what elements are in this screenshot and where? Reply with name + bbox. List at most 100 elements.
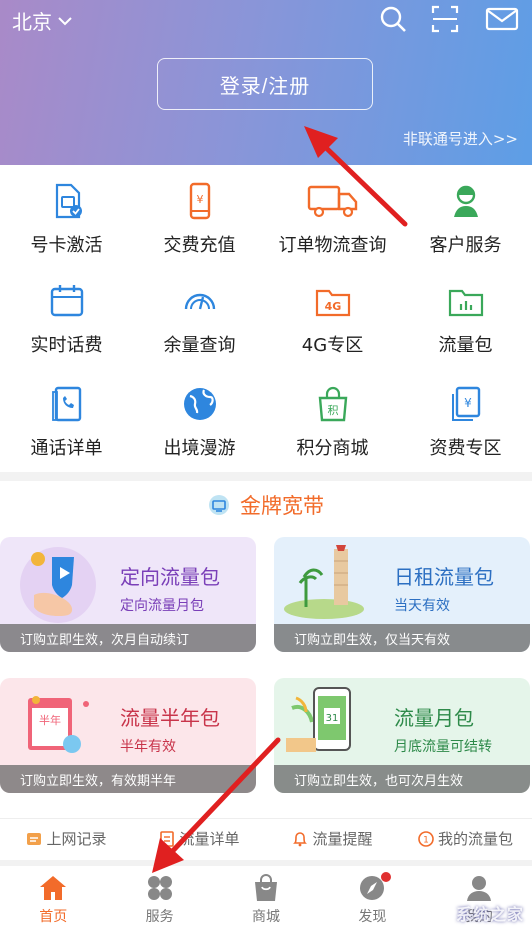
service-item[interactable]: 4G 4G专区 <box>266 265 399 365</box>
promo-card-halfyear[interactable]: 半年 流量半年包 半年有效 订购立即生效，有效期半年 <box>0 678 256 793</box>
my-package-icon: 1 <box>418 830 434 847</box>
card-subtitle: 月底流量可结转 <box>394 739 492 755</box>
service-item[interactable]: 余量查询 <box>133 265 266 365</box>
service-label: 订单物流查询 <box>278 235 387 256</box>
broadband-icon <box>209 495 229 515</box>
card-subtitle: 定向流量月包 <box>120 598 204 614</box>
city-label: 北京 <box>12 10 52 34</box>
nav-label: 服务 <box>145 909 174 925</box>
4g-folder-icon: 4G <box>315 289 350 317</box>
service-label: 客户服务 <box>429 235 502 256</box>
card-subtitle: 当天有效 <box>394 598 450 614</box>
home-icon <box>40 876 67 900</box>
service-label: 余量查询 <box>163 335 236 356</box>
nav-label: 首页 <box>39 909 68 925</box>
call-log-icon <box>51 386 81 422</box>
search-icon[interactable] <box>378 4 408 34</box>
svg-text:4G: 4G <box>324 300 341 313</box>
service-label: 实时话费 <box>30 335 103 356</box>
city-selector[interactable]: 北京 <box>12 6 72 35</box>
shield-phone-illustration <box>20 547 96 623</box>
bottom-nav: 首页 服务 商城 发现 我的 <box>0 866 532 931</box>
quick-link-label: 上网记录 <box>46 830 107 848</box>
service-item[interactable]: 通话详单 <box>0 368 133 468</box>
calendar-icon <box>50 285 83 317</box>
service-item[interactable]: 积 积分商城 <box>266 368 399 468</box>
nav-home[interactable]: 首页 <box>0 866 106 931</box>
service-item[interactable]: 实时话费 <box>0 265 133 365</box>
service-label: 出境漫游 <box>163 438 236 459</box>
service-label: 4G专区 <box>301 335 364 356</box>
svg-text:¥: ¥ <box>464 396 472 410</box>
promo-card-monthly[interactable]: 31 流量月包 月底流量可结转 订购立即生效，也可次月生效 <box>274 678 530 793</box>
card-title: 流量月包 <box>394 706 474 730</box>
broadband-banner[interactable]: 金牌宽带 <box>0 487 532 523</box>
gauge-icon <box>184 293 215 310</box>
service-label: 流量包 <box>438 335 493 356</box>
sim-card-icon <box>55 183 82 219</box>
promo-card-directional[interactable]: 定向流量包 定向流量月包 订购立即生效，次月自动续订 <box>0 537 256 652</box>
promo-card-daily[interactable]: 日租流量包 当天有效 订购立即生效，仅当天有效 <box>274 537 530 652</box>
service-label: 通话详单 <box>30 438 103 459</box>
phone-calendar-illustration: 31 <box>286 687 351 752</box>
service-label: 积分商城 <box>296 438 369 459</box>
card-note: 订购立即生效，次月自动续订 <box>0 624 256 652</box>
card-subtitle: 半年有效 <box>120 739 176 755</box>
globe-icon <box>183 388 216 420</box>
watermark: 系统之家 <box>455 905 524 924</box>
travel-island-illustration <box>284 545 364 619</box>
service-item[interactable]: ¥ 交费充值 <box>133 165 266 265</box>
tariff-icon: ¥ <box>451 386 480 421</box>
quick-link-label: 流量提醒 <box>312 830 373 848</box>
svg-text:¥: ¥ <box>196 193 203 206</box>
service-item[interactable]: 出境漫游 <box>133 368 266 468</box>
card-title: 日租流量包 <box>394 565 494 589</box>
svg-text:半年: 半年 <box>39 713 61 727</box>
notification-dot <box>381 872 392 882</box>
service-item[interactable]: 流量包 <box>399 265 532 365</box>
data-folder-icon <box>448 289 483 317</box>
quick-link-my-package[interactable]: 1 我的流量包 <box>399 828 532 849</box>
nav-mall[interactable]: 商城 <box>213 866 319 931</box>
mail-icon[interactable] <box>485 4 519 34</box>
svg-text:31: 31 <box>326 713 339 724</box>
service-label: 资费专区 <box>429 438 502 459</box>
points-bag-icon: 积 <box>318 386 347 422</box>
truck-icon <box>307 185 357 218</box>
calendar-halfyear-illustration: 半年 <box>28 696 89 753</box>
bell-icon <box>293 831 308 846</box>
divider <box>0 472 532 481</box>
service-label: 交费充值 <box>163 235 236 256</box>
card-title: 定向流量包 <box>120 565 220 589</box>
shopping-bag-icon <box>255 874 278 901</box>
banner-title: 金牌宽带 <box>240 494 324 518</box>
login-register-button[interactable]: 登录/注册 <box>157 58 373 110</box>
quick-link-label: 流量详单 <box>179 830 240 848</box>
service-item[interactable]: ¥ 资费专区 <box>399 368 532 468</box>
nav-label: 商城 <box>252 909 281 925</box>
grid-icon <box>147 876 172 900</box>
card-note: 订购立即生效，仅当天有效 <box>274 624 530 652</box>
customer-service-icon <box>453 185 478 217</box>
quick-link-alert[interactable]: 流量提醒 <box>266 828 399 849</box>
nav-service[interactable]: 服务 <box>106 866 212 931</box>
svg-text:1: 1 <box>423 835 429 845</box>
service-item[interactable]: 号卡激活 <box>0 165 133 265</box>
quick-link-record[interactable]: 上网记录 <box>0 828 133 849</box>
card-note: 订购立即生效，有效期半年 <box>0 765 256 793</box>
nav-discover[interactable]: 发现 <box>319 866 425 931</box>
card-note: 订购立即生效，也可次月生效 <box>274 765 530 793</box>
detail-list-icon <box>160 830 175 847</box>
service-item[interactable]: 客户服务 <box>399 165 532 265</box>
phone-payment-icon: ¥ <box>189 182 210 220</box>
quick-link-detail[interactable]: 流量详单 <box>133 828 266 849</box>
chevron-down-icon <box>58 16 72 25</box>
quick-links: 上网记录 流量详单 流量提醒 1 我的流量包 <box>0 818 532 858</box>
quick-link-label: 我的流量包 <box>437 830 513 848</box>
scan-icon[interactable] <box>430 4 460 34</box>
svg-text:积: 积 <box>327 404 338 417</box>
record-icon <box>27 832 42 845</box>
service-item[interactable]: 订单物流查询 <box>266 165 399 265</box>
non-unicom-link[interactable]: 非联通号进入>> <box>403 128 518 149</box>
card-title: 流量半年包 <box>120 706 220 730</box>
